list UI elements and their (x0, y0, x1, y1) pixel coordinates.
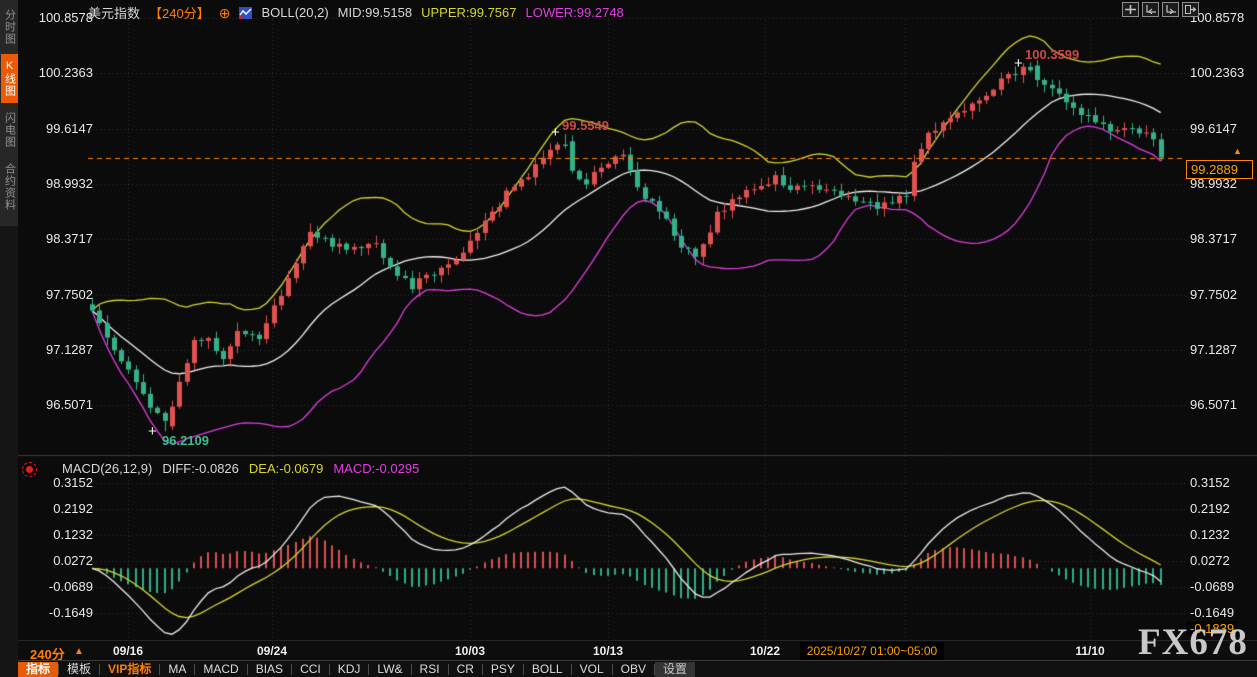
symbol-title: 美元指数 (88, 6, 141, 21)
toolbar-button-VIPxx[interactable]: VIP指标 (100, 662, 159, 677)
toolbar-button-VOL[interactable]: VOL (572, 662, 612, 677)
x-axis-date-label: 10/13 (592, 644, 624, 658)
x-axis-scale-right-icon[interactable] (1162, 2, 1179, 17)
mini-chart-icon (239, 6, 253, 19)
trading-chart-app: 分时图 K线图闪电图合约资料 美元指数 【240分】 ⊕ BOLL(20,2) M… (0, 0, 1257, 677)
period-high-cross-icon: + (1014, 55, 1023, 72)
toolbar-button-BIAS[interactable]: BIAS (248, 662, 291, 677)
toolbar-button-xx[interactable]: 指标 (18, 661, 59, 677)
sidebar-items: 分时图 K线图闪电图合约资料 (0, 0, 18, 226)
swing-high-label: 99.5549 (562, 118, 609, 133)
period-label: 【240分】 (149, 6, 210, 21)
add-indicator-icon[interactable]: ⊕ (219, 6, 231, 20)
x-axis-date-label: 10/03 (454, 644, 486, 658)
toolbar-button-RSI[interactable]: RSI (412, 662, 448, 677)
sidebar: 分时图 K线图闪电图合约资料 (0, 0, 18, 677)
toolbar-button-xx[interactable]: 设置 (654, 661, 695, 677)
period-up-arrow-icon[interactable]: ▲ (74, 646, 84, 657)
boll-mid-value: MID:99.5158 (337, 5, 413, 20)
period-low-cross-icon: + (148, 423, 157, 440)
chart-canvas[interactable] (0, 0, 1257, 677)
x-axis-date-label: 10/22 (749, 644, 781, 658)
pan-exit-icon[interactable] (1182, 2, 1199, 17)
period-high-label: 100.3599 (1025, 47, 1080, 62)
macd-diff-value: DIFF:-0.0826 (162, 461, 239, 476)
toolbar-button-CR[interactable]: CR (449, 662, 482, 677)
toolbar-button-OBV[interactable]: OBV (613, 662, 654, 677)
fx678-watermark: FX678 (1138, 622, 1248, 663)
toolbar-button-MA[interactable]: MA (160, 662, 194, 677)
boll-indicator-label: BOLL(20,2) (261, 5, 329, 20)
macd-macd-value: MACD:-0.0295 (333, 461, 420, 476)
macd-header: MACD(26,12,9) DIFF:-0.0826 DEA:-0.0679 M… (62, 461, 419, 476)
toolbar-button-KDJ[interactable]: KDJ (330, 662, 369, 677)
x-axis-strip: 240分 ▲ 09/16 09/24 10/03 10/13 10/22 11/10 20… (0, 622, 1257, 676)
chart-tool-icons (1122, 2, 1199, 17)
chart-header: 美元指数 【240分】 ⊕ BOLL(20,2) MID:99.5158 UPP… (88, 3, 624, 22)
toolbar-button-CCI[interactable]: CCI (292, 662, 329, 677)
crosshair-tool-icon[interactable] (1122, 2, 1139, 17)
macd-title: MACD(26,12,9) (62, 461, 153, 476)
indicator-toolbar: 指标 模板 VIP指标 MA MACD BIAS CCI KDJ LW& RSI CR PSY BOLL… (0, 660, 1257, 677)
toolbar-button-BOLL[interactable]: BOLL (524, 662, 571, 677)
sidebar-item-active[interactable]: K线图 (0, 54, 18, 103)
boll-lower-value: LOWER:99.2748 (525, 5, 624, 20)
x-axis-date-label: 09/24 (256, 644, 288, 658)
sidebar-item-tab[interactable]: 合约资料 (1, 157, 18, 217)
current-price-box: 99.2889 (1186, 160, 1253, 179)
hovered-bar-time-box: 2025/10/27 01:00~05:00 — (800, 642, 944, 676)
toolbar-button-PSY[interactable]: PSY (483, 662, 523, 677)
indicator-settings-icon[interactable] (22, 462, 37, 477)
x-axis-date-label: 09/16 (112, 644, 144, 658)
boll-upper-value: UPPER:99.7567 (421, 5, 517, 20)
toolbar-button-xx[interactable]: 模板 (59, 662, 99, 677)
macd-dea-value: DEA:-0.0679 (248, 461, 324, 476)
price-marker-arrow-icon: ▲ (1233, 146, 1242, 156)
toolbar-button-LWx[interactable]: LW& (369, 662, 410, 677)
sidebar-item-tab[interactable]: 分时图 (1, 3, 18, 51)
x-axis-date-label: 11/10 (1075, 644, 1105, 658)
x-axis-scale-left-icon[interactable] (1142, 2, 1159, 17)
swing-high-cross-icon: + (551, 124, 560, 141)
period-low-label: 96.2109 (162, 433, 209, 448)
toolbar-button-MACD[interactable]: MACD (195, 662, 246, 677)
sidebar-item-tab[interactable]: 闪电图 (1, 106, 18, 154)
